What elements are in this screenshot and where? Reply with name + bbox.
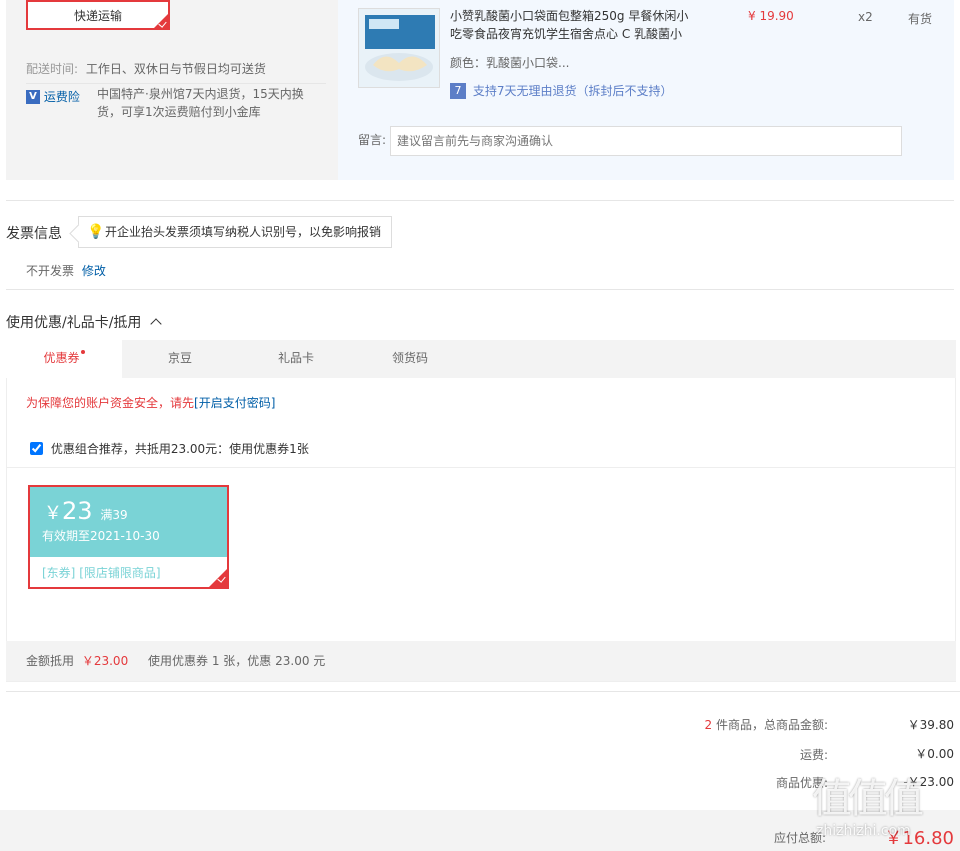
discount-summary: 金额抵用 ￥23.00 使用优惠券 1 张，优惠 23.00 元 (6, 641, 956, 681)
selected-check-icon (209, 569, 227, 587)
discount-tabs: 优惠券 京豆 礼品卡 领货码 (6, 340, 956, 378)
divider (6, 691, 960, 692)
shipping-insurance[interactable]: V 运费险 (26, 88, 80, 105)
discount-section-toggle[interactable]: 使用优惠/礼品卡/抵用 (6, 312, 162, 332)
product-color: 颜色：乳酸菌小口袋... (450, 56, 570, 70)
coupon-header: ￥23 满39 有效期至2021-10-30 (30, 487, 227, 557)
invoice-tip: 💡 开企业抬头发票须填写纳税人识别号，以免影响报销 (78, 216, 392, 248)
product-price: ¥ 19.90 (748, 9, 794, 23)
product-qty: x2 (858, 10, 873, 24)
enable-pay-password-link[interactable]: [开启支付密码] (194, 396, 275, 410)
tab-jingdou[interactable]: 京豆 (122, 340, 238, 378)
tab-gift-card-label: 礼品卡 (277, 351, 314, 365)
watermark-logo: 值值值 (812, 776, 924, 822)
payable-label: 应付总额: (773, 831, 826, 845)
shipping-method-label: 快递运输 (73, 9, 122, 23)
item-count-label: 件商品，总商品金额: (715, 718, 828, 732)
coupon-tag-limit: [限店铺限商品] (79, 566, 161, 580)
delivery-time-label: 配送时间: (26, 62, 79, 76)
tab-pickup-code[interactable]: 领货码 (352, 340, 468, 378)
chevron-up-icon (150, 318, 162, 330)
lightbulb-icon: 💡 (87, 224, 105, 240)
summary-desc: 使用优惠券 1 张，优惠 23.00 元 (148, 654, 326, 668)
divider (26, 83, 326, 84)
summary-amount: ￥23.00 (81, 654, 129, 668)
delivery-time: 配送时间: 工作日、双休日与节假日均可送货 (26, 60, 266, 77)
invoice-status-text: 不开发票 (26, 264, 75, 278)
invoice-tip-text: 开企业抬头发票须填写纳税人识别号，以免影响报销 (105, 225, 382, 239)
selected-check-icon (154, 14, 168, 28)
seven-day-return-icon: 7 (450, 82, 466, 99)
shipping-fee-value: ￥0.00 (915, 747, 954, 761)
insurance-label: 运费险 (43, 90, 80, 104)
divider (6, 289, 954, 290)
total-goods-amount: ￥39.80 (907, 718, 954, 732)
product-image[interactable] (358, 8, 440, 88)
coupon-expiry: 有效期至2021-10-30 (42, 529, 160, 543)
red-dot-icon (80, 350, 85, 354)
shipping-fee-label: 运费: (799, 748, 828, 762)
invoice-status: 不开发票 修改 (26, 262, 106, 279)
combo-recommend[interactable]: 优惠组合推荐，共抵用23.00元：使用优惠券1张 (30, 440, 309, 457)
security-notice-text: 为保障您的账户资金安全，请先 (26, 396, 195, 410)
return-policy[interactable]: 7 支持7天无理由退货（拆封后不支持） (450, 82, 672, 99)
tab-coupon-label: 优惠券 (43, 351, 80, 365)
shipping-method-option[interactable]: 快递运输 (26, 0, 170, 30)
coupon-tags: [东券] [限店铺限商品] (30, 557, 227, 581)
tab-pickup-code-label: 领货码 (391, 351, 428, 365)
tab-coupon[interactable]: 优惠券 (6, 340, 122, 378)
divider (6, 200, 954, 201)
coupon-threshold: 满39 (100, 508, 128, 522)
shield-icon: V (26, 89, 40, 104)
discount-title: 使用优惠/礼品卡/抵用 (6, 315, 142, 331)
return-policy-text: 支持7天无理由退货（拆封后不支持） (472, 84, 673, 98)
item-count: 2 (704, 718, 713, 732)
security-notice: 为保障您的账户资金安全，请先[开启支付密码] (26, 394, 275, 411)
insurance-desc: 中国特产·泉州馆7天内退货，15天内换货，可享1次运费赔付到小金库 (97, 87, 304, 119)
invoice-title: 发票信息 (6, 226, 62, 242)
coupon-amount: 23 (62, 497, 93, 525)
message-label: 留言: (358, 133, 387, 147)
product-title[interactable]: 小赞乳酸菌小口袋面包整箱250g 早餐休闲小吃零食品夜宵充饥学生宿舍点心 C 乳… (450, 7, 690, 43)
combo-checkbox[interactable] (30, 442, 43, 455)
watermark-site: zhizhizhi.com (816, 823, 911, 839)
delivery-time-value: 工作日、双休日与节假日均可送货 (85, 62, 266, 76)
coupon-currency: ￥ (44, 503, 62, 524)
summary-label: 金额抵用 (26, 654, 75, 668)
coupon-tag-dongquan: [东券] (42, 566, 76, 580)
tab-gift-card[interactable]: 礼品卡 (238, 340, 354, 378)
goods-discount-label: 商品优惠: (775, 776, 828, 790)
combo-label: 优惠组合推荐，共抵用23.00元：使用优惠券1张 (50, 442, 309, 456)
product-stock: 有货 (908, 12, 933, 26)
divider (6, 467, 956, 468)
total-count-row: 2 件商品，总商品金额: (0, 716, 828, 733)
message-input[interactable] (390, 126, 902, 156)
invoice-edit-link[interactable]: 修改 (82, 264, 106, 278)
coupon-card[interactable]: ￥23 满39 有效期至2021-10-30 [东券] [限店铺限商品] (28, 485, 229, 589)
tab-jingdou-label: 京豆 (167, 351, 192, 365)
